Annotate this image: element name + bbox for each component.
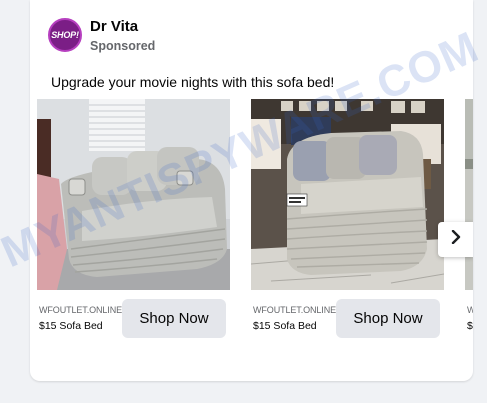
carousel-item[interactable]: WFOUTLET.ONLINE $15 Sofa Bed Shop Now <box>37 99 230 349</box>
avatar-logo-text: SHOP! <box>51 30 79 40</box>
link-domain: W <box>467 305 473 315</box>
product-title: $ <box>467 320 473 332</box>
chevron-right-icon <box>449 229 463 249</box>
link-domain: WFOUTLET.ONLINE <box>253 305 337 315</box>
product-title: $15 Sofa Bed <box>253 320 317 332</box>
product-image[interactable] <box>465 99 473 290</box>
sponsored-label[interactable]: Sponsored <box>90 39 155 53</box>
product-image[interactable] <box>37 99 230 290</box>
product-carousel: WFOUTLET.ONLINE $15 Sofa Bed Shop Now WF… <box>37 99 473 349</box>
product-image[interactable] <box>251 99 444 290</box>
sponsored-post-card: SHOP! Dr Vita Sponsored Upgrade your mov… <box>30 0 473 381</box>
page-avatar[interactable]: SHOP! <box>48 18 82 52</box>
link-domain: WFOUTLET.ONLINE <box>39 305 123 315</box>
shop-now-button[interactable]: Shop Now <box>336 299 440 338</box>
carousel-next-button[interactable] <box>438 222 473 257</box>
product-title: $15 Sofa Bed <box>39 320 103 332</box>
carousel-item[interactable]: WFOUTLET.ONLINE $15 Sofa Bed Shop Now <box>251 99 444 349</box>
shop-now-button[interactable]: Shop Now <box>122 299 226 338</box>
page-name[interactable]: Dr Vita <box>90 18 138 35</box>
post-text: Upgrade your movie nights with this sofa… <box>51 74 335 90</box>
